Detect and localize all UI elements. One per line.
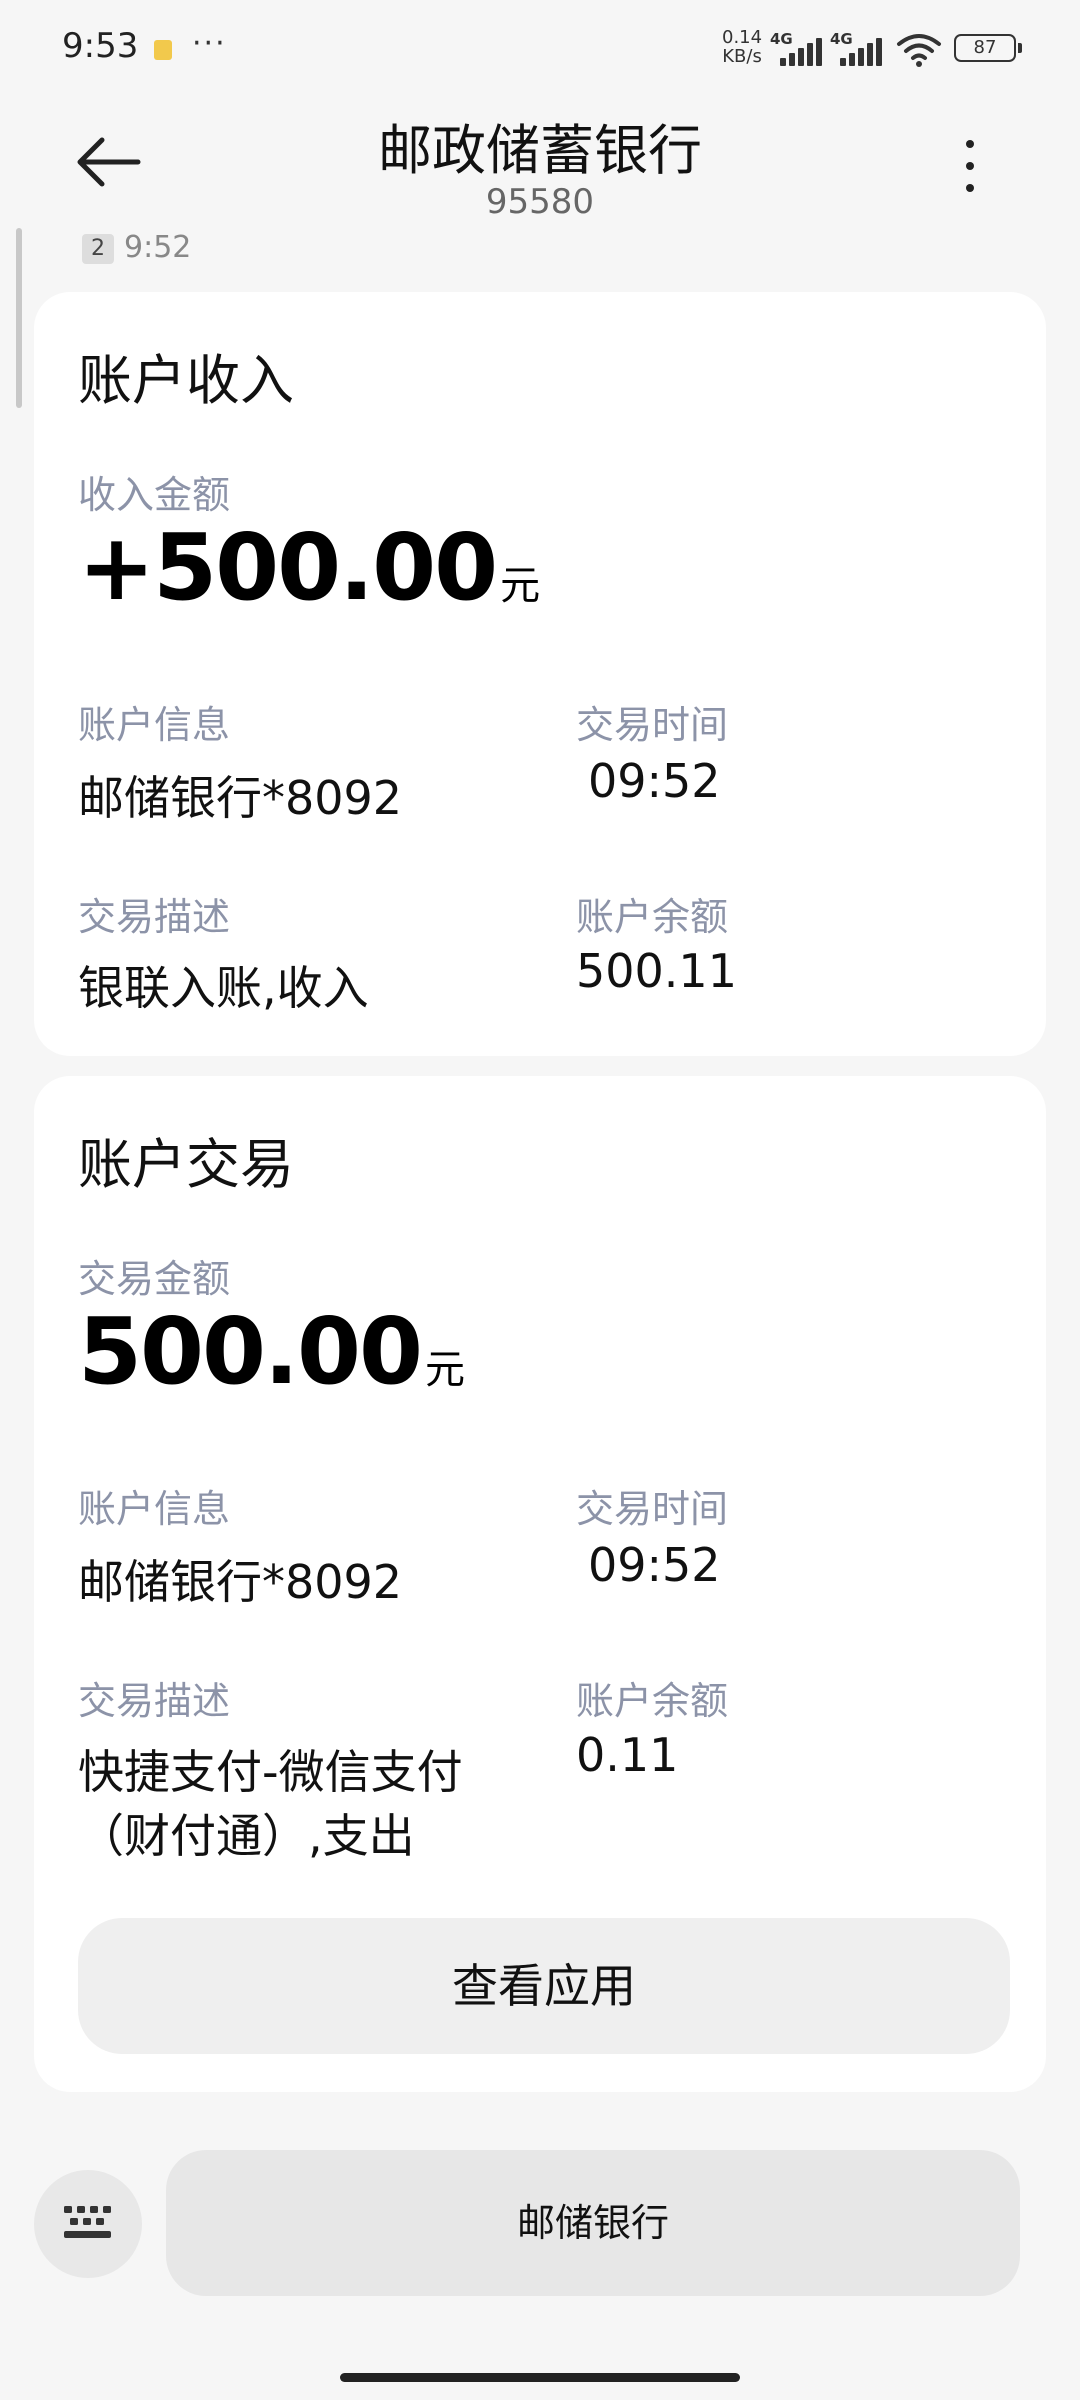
more-dots-icon: ··· xyxy=(192,26,227,61)
time-label: 交易时间 xyxy=(576,1487,729,1531)
more-options-button[interactable] xyxy=(948,138,992,198)
sender-number: 95580 xyxy=(485,182,595,222)
sender-name: 邮政储蓄银行 xyxy=(378,119,702,182)
account-value: 邮储银行*8092 xyxy=(78,1555,403,1609)
balance-label: 账户余额 xyxy=(576,895,729,939)
time-label: 交易时间 xyxy=(576,703,729,747)
description-label: 交易描述 xyxy=(78,895,231,939)
sim-badge: 2 xyxy=(82,233,114,264)
quick-reply-button[interactable]: 邮储银行 xyxy=(166,2150,1020,2296)
balance-value: 0.11 xyxy=(576,1728,679,1782)
wifi-icon xyxy=(896,32,942,68)
transaction-amount: 500.00 元 xyxy=(78,1298,465,1405)
description-value-line2: （财付通）,支出 xyxy=(78,1809,415,1863)
status-time: 9:53 xyxy=(62,26,139,66)
balance-value: 500.11 xyxy=(576,944,737,998)
amount-value: 500.00 xyxy=(78,1298,423,1405)
network-speed-unit: KB/s xyxy=(722,46,762,67)
keyboard-icon xyxy=(64,2206,111,2238)
description-value-line1: 快捷支付-微信支付 xyxy=(78,1745,463,1799)
time-value: 09:52 xyxy=(588,1538,721,1592)
previous-message-stub: 2 9:52 xyxy=(82,230,191,265)
view-app-button[interactable]: 查看应用 xyxy=(78,1918,1010,2054)
home-indicator[interactable] xyxy=(340,2373,740,2382)
sim-icon xyxy=(154,40,172,60)
card-title: 账户收入 xyxy=(78,349,294,412)
account-label: 账户信息 xyxy=(78,1487,231,1531)
signal-icon: 4G xyxy=(830,30,886,66)
conversation-header: 邮政储蓄银行 95580 xyxy=(0,96,1080,236)
network-speed-value: 0.14 xyxy=(722,27,763,48)
scroll-indicator[interactable] xyxy=(16,228,22,408)
account-label: 账户信息 xyxy=(78,703,231,747)
balance-label: 账户余额 xyxy=(576,1679,729,1723)
signal-icon: 4G xyxy=(770,30,826,66)
amount-label: 交易金额 xyxy=(78,1257,231,1301)
description-value: 银联入账,收入 xyxy=(78,961,369,1015)
amount-value: +500.00 xyxy=(78,514,498,621)
income-card[interactable]: 账户收入 收入金额 +500.00 元 账户信息 邮储银行*8092 交易时间 0… xyxy=(34,292,1046,1056)
amount-unit: 元 xyxy=(425,1347,466,1393)
time-value: 09:52 xyxy=(588,754,721,808)
description-label: 交易描述 xyxy=(78,1679,231,1723)
amount-label: 收入金额 xyxy=(78,473,231,517)
keyboard-button[interactable] xyxy=(34,2170,142,2278)
transaction-card[interactable]: 账户交易 交易金额 500.00 元 账户信息 邮储银行*8092 交易时间 09… xyxy=(34,1076,1046,2092)
status-bar: 9:53 ··· 0.14 KB/s 4G 4G 87 xyxy=(0,0,1080,96)
income-amount: +500.00 元 xyxy=(78,514,540,621)
account-value: 邮储银行*8092 xyxy=(78,771,403,825)
card-title: 账户交易 xyxy=(78,1133,294,1196)
battery-icon: 87 xyxy=(954,34,1022,62)
previous-message-time: 9:52 xyxy=(124,230,192,265)
network-speed: 0.14 KB/s xyxy=(722,28,762,66)
amount-unit: 元 xyxy=(500,563,541,609)
